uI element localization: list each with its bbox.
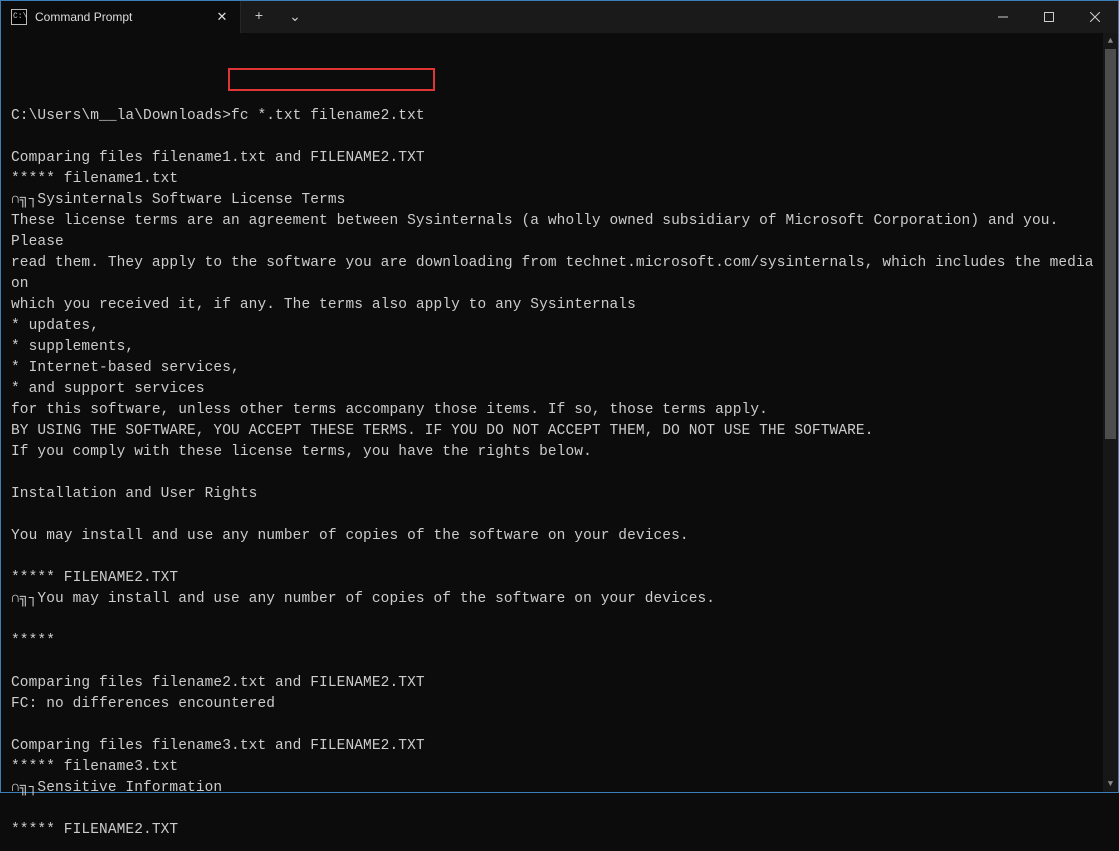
prompt-line: C:\Users\m__la\Downloads>fc *.txt filena… <box>11 106 1108 127</box>
output-line: ***** <box>11 631 1108 652</box>
output-line: * Internet-based services, <box>11 358 1108 379</box>
output-line: Installation and User Rights <box>11 484 1108 505</box>
output-line: These license terms are an agreement bet… <box>11 211 1108 253</box>
terminal-output[interactable]: C:\Users\m__la\Downloads>fc *.txt filena… <box>1 33 1118 851</box>
output-line <box>11 799 1108 820</box>
minimize-button[interactable] <box>980 1 1026 33</box>
scroll-thumb[interactable] <box>1105 49 1116 439</box>
output-line: FC: no differences encountered <box>11 694 1108 715</box>
output-line <box>11 652 1108 673</box>
output-line <box>11 463 1108 484</box>
blank-line <box>11 64 1108 85</box>
tab-close-button[interactable]: ✕ <box>212 7 232 27</box>
close-window-button[interactable] <box>1072 1 1118 33</box>
new-tab-button[interactable]: + <box>241 1 277 33</box>
output-line: * supplements, <box>11 337 1108 358</box>
output-line: ∩╗┐Sysinternals Software License Terms <box>11 190 1108 211</box>
command-text: fc *.txt filename2.txt <box>231 108 425 124</box>
output-line <box>11 715 1108 736</box>
output-line: BY USING THE SOFTWARE, YOU ACCEPT THESE … <box>11 421 1108 442</box>
scroll-up-button[interactable]: ▲ <box>1103 33 1118 49</box>
output-line <box>11 127 1108 148</box>
terminal-area[interactable]: C:\Users\m__la\Downloads>fc *.txt filena… <box>1 33 1118 792</box>
titlebar-drag-area[interactable] <box>313 1 980 33</box>
prompt-path: C:\Users\m__la\Downloads> <box>11 108 231 124</box>
output-line: If you comply with these license terms, … <box>11 442 1108 463</box>
output-line: * updates, <box>11 316 1108 337</box>
output-line: ***** filename3.txt <box>11 757 1108 778</box>
output-line: ***** filename1.txt <box>11 169 1108 190</box>
output-line: Comparing files filename2.txt and FILENA… <box>11 673 1108 694</box>
output-line: * and support services <box>11 379 1108 400</box>
tab-dropdown-button[interactable]: ⌄ <box>277 1 313 33</box>
output-line: ∩╗┐You may install and use any number of… <box>11 589 1108 610</box>
scroll-down-button[interactable]: ▼ <box>1103 776 1118 792</box>
window-controls <box>980 1 1118 33</box>
scrollbar[interactable]: ▲ ▼ <box>1103 33 1118 792</box>
output-line: Comparing files filename1.txt and FILENA… <box>11 148 1108 169</box>
output-line: ***** FILENAME2.TXT <box>11 568 1108 589</box>
output-line: for this software, unless other terms ac… <box>11 400 1108 421</box>
tab-title: Command Prompt <box>35 10 204 24</box>
output-line <box>11 505 1108 526</box>
maximize-button[interactable] <box>1026 1 1072 33</box>
titlebar: C:\ Command Prompt ✕ + ⌄ <box>1 1 1118 33</box>
output-line <box>11 547 1108 568</box>
tab-command-prompt[interactable]: C:\ Command Prompt ✕ <box>1 1 241 33</box>
output-line: ∩╗┐Sensitive Information <box>11 778 1108 799</box>
output-line: Comparing files filename3.txt and FILENA… <box>11 736 1108 757</box>
output-line: You may install and use any number of co… <box>11 526 1108 547</box>
tabbar-actions: + ⌄ <box>241 1 313 33</box>
output-line <box>11 610 1108 631</box>
output-line: which you received it, if any. The terms… <box>11 295 1108 316</box>
output-line: ***** FILENAME2.TXT <box>11 820 1108 841</box>
cmd-icon: C:\ <box>11 9 27 25</box>
output-line: read them. They apply to the software yo… <box>11 253 1108 295</box>
